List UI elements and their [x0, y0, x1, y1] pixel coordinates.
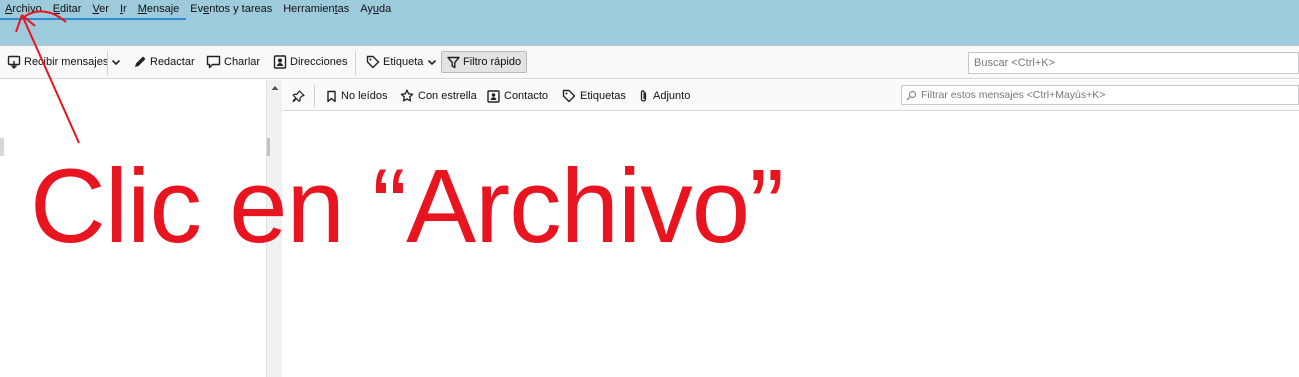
menu-item[interactable]: Eventos y tareas: [190, 3, 272, 15]
write-label: Redactar: [150, 56, 195, 68]
attachment-filter-button[interactable]: Adjunto: [638, 87, 690, 105]
get-messages-icon: [7, 55, 21, 69]
menu-item-text: rchivo: [12, 3, 42, 15]
starred-filter-button[interactable]: Con estrella: [400, 87, 477, 105]
chevron-down-icon: [111, 59, 121, 66]
toolbar-separator: [107, 51, 108, 75]
attachment-label: Adjunto: [653, 90, 691, 102]
menu-items: Archivo Editar Ver Ir Mensaje Eventos y tarea…: [5, 3, 402, 15]
active-tab[interactable]: [0, 18, 186, 45]
menu-item-text: ntos y tareas: [209, 3, 273, 15]
filter-messages-input[interactable]: Filtrar estos mensajes <Ctrl+Mayús+K>: [901, 85, 1299, 105]
tag-icon: [366, 55, 380, 69]
menu-item[interactable]: Editar: [53, 3, 82, 15]
search-placeholder: Buscar <Ctrl+K>: [974, 57, 1056, 69]
search-icon: [906, 90, 917, 100]
quick-filter-label: Filtro rápido: [463, 56, 522, 68]
toolbar-separator: [355, 51, 356, 75]
tag-button[interactable]: Etiqueta: [366, 51, 441, 73]
starred-label: Con estrella: [418, 90, 477, 102]
get-messages-label: Recibir mensajes: [24, 56, 109, 68]
star-icon: [400, 89, 414, 102]
menu-item-text: Ev: [190, 3, 204, 15]
tags-icon: [562, 89, 576, 103]
address-book-button[interactable]: Direcciones: [273, 51, 347, 73]
menu-item[interactable]: Ayuda: [360, 3, 391, 15]
menu-bar: Archivo Editar Ver Ir Mensaje Eventos y tarea…: [0, 0, 1299, 45]
menu-item[interactable]: Herramientas: [283, 3, 349, 15]
menu-item-text: as: [337, 3, 350, 15]
address-book-label: Direcciones: [290, 56, 348, 68]
chat-button[interactable]: Charlar: [206, 51, 260, 73]
pencil-icon: [135, 56, 146, 67]
main-toolbar: Recibir mensajes Redactar Charlar Direcc…: [0, 45, 1299, 79]
quick-filter-button[interactable]: Filtro rápido: [441, 51, 528, 73]
pin-icon: [292, 89, 305, 102]
filter-placeholder: Filtrar estos mensajes <Ctrl+Mayús+K>: [921, 89, 1106, 101]
paperclip-icon: [640, 90, 647, 102]
contact-label: Contacto: [504, 90, 549, 102]
filter-separator: [314, 85, 315, 107]
bookmark-icon: [327, 90, 336, 102]
address-book-icon: [273, 55, 287, 69]
scroll-up-icon[interactable]: [270, 83, 280, 93]
get-messages-dropdown[interactable]: [110, 51, 125, 73]
menu-item-text: er: [99, 3, 109, 15]
menu-item-text: r: [123, 3, 127, 15]
menu-item-accesskey: M: [137, 3, 147, 15]
menu-item-text: ensaje: [146, 3, 180, 15]
annotation-text: Clic en “Archivo”: [30, 148, 784, 265]
tag-label: Etiqueta: [383, 56, 424, 68]
write-button[interactable]: Redactar: [133, 51, 195, 73]
menu-item[interactable]: Ver: [92, 3, 109, 15]
unread-label: No leídos: [341, 90, 388, 102]
menu-item-text: ditar: [60, 3, 82, 15]
contact-filter-button[interactable]: Contacto: [487, 87, 548, 105]
get-messages-button[interactable]: Recibir mensajes: [7, 51, 108, 73]
menu-item-text: da: [379, 3, 392, 15]
menu-item-accesskey: E: [52, 3, 61, 15]
pane-grip[interactable]: [0, 138, 4, 156]
chat-bubble-icon: [206, 55, 221, 69]
search-input[interactable]: Buscar <Ctrl+K>: [968, 52, 1299, 74]
tags-label: Etiquetas: [580, 90, 626, 102]
unread-filter-button[interactable]: No leídos: [326, 87, 387, 105]
menu-item-text: Herramien: [283, 3, 335, 15]
menu-item[interactable]: Ir: [120, 3, 127, 15]
menu-item[interactable]: Archivo: [5, 3, 42, 15]
chat-label: Charlar: [224, 56, 261, 68]
funnel-icon: [447, 56, 460, 68]
menu-item[interactable]: Mensaje: [138, 3, 180, 15]
chevron-down-icon: [428, 59, 437, 66]
sticky-filter-button[interactable]: [292, 87, 309, 105]
contact-card-icon: [487, 89, 500, 103]
quick-filter-bar: No leídos Con estrella Contacto Etiqueta…: [283, 80, 1299, 111]
menu-item-text: Ay: [360, 3, 373, 15]
tags-filter-button[interactable]: Etiquetas: [562, 87, 626, 105]
